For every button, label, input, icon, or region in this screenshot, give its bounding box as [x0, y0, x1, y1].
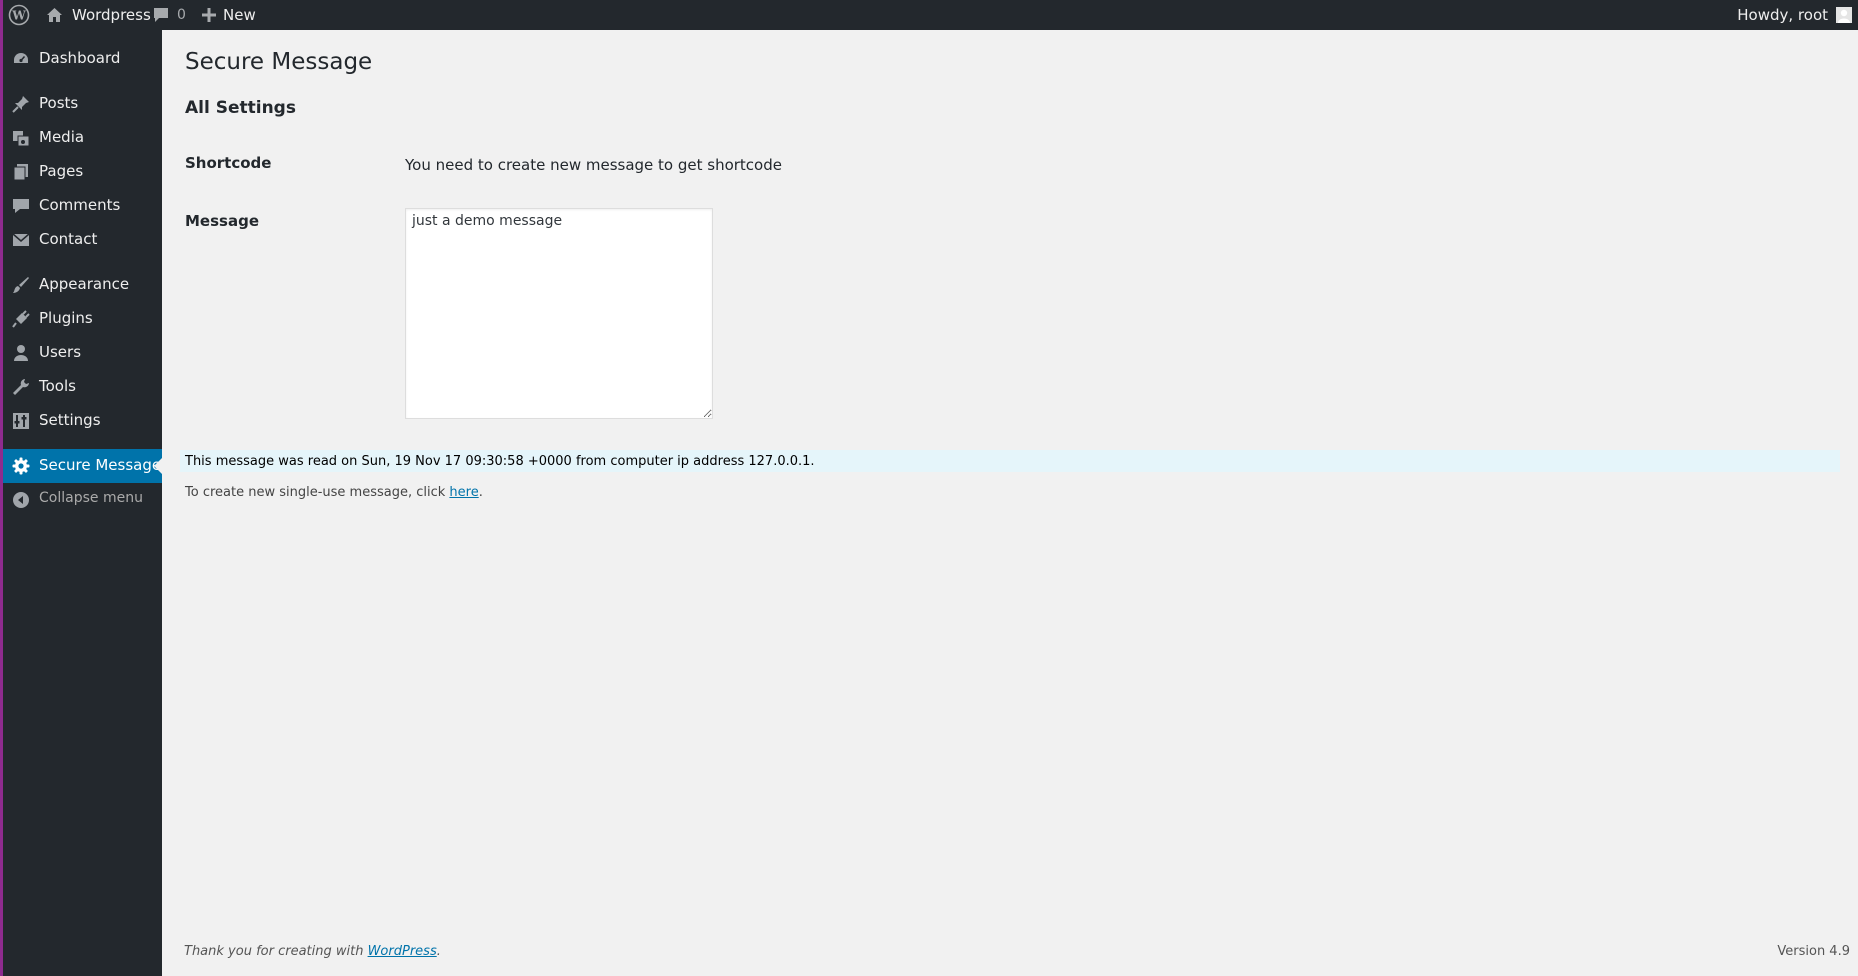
comment-icon [12, 197, 30, 215]
shortcode-value: You need to create new message to get sh… [405, 156, 782, 174]
sidebar-item-label: Comments [39, 196, 121, 214]
admin-bar: W Wordpress 0 New Howdy, root [0, 0, 1858, 30]
footer-thanks-suffix: . [436, 944, 441, 959]
avatar [1836, 7, 1852, 23]
version-text: Version 4.9 [1777, 944, 1850, 959]
pin-icon [12, 95, 30, 113]
wrench-icon [12, 378, 30, 396]
sidebar-item-label: Media [39, 128, 85, 146]
gear-icon [12, 457, 30, 475]
section-title: All Settings [185, 98, 296, 118]
mail-icon [12, 231, 30, 249]
sidebar-item-label: Posts [39, 94, 79, 112]
page-title: Secure Message [185, 49, 373, 75]
new-label: New [223, 6, 256, 24]
comment-icon [153, 7, 169, 23]
sidebar-item-users[interactable]: Users [0, 336, 162, 370]
sidebar-item-label: Tools [39, 377, 76, 395]
user-icon [12, 344, 30, 362]
sidebar-item-contact[interactable]: Contact [0, 223, 162, 257]
wp-logo-icon[interactable]: W [8, 0, 30, 30]
sidebar-item-label: Plugins [39, 309, 93, 327]
sidebar-item-settings[interactable]: Settings [0, 404, 162, 438]
brush-icon [12, 276, 30, 294]
collapse-arrow-icon [12, 491, 30, 509]
new-content-link[interactable]: New [202, 0, 256, 30]
read-notice: This message was read on Sun, 19 Nov 17 … [180, 450, 1840, 472]
main-content: Secure Message All Settings Shortcode Yo… [162, 30, 1858, 976]
media-icon [12, 129, 30, 147]
sidebar-item-label: Appearance [39, 275, 130, 293]
sidebar-item-dashboard[interactable]: Dashboard [0, 42, 162, 76]
sidebar-item-posts[interactable]: Posts [0, 87, 162, 121]
read-notice-text: This message was read on Sun, 19 Nov 17 … [185, 453, 815, 469]
sidebar-item-secure-message[interactable]: Secure Message [0, 449, 162, 483]
footer-thanks-prefix: Thank you for creating with [184, 944, 368, 959]
wordpress-link[interactable]: WordPress [368, 944, 437, 959]
plug-icon [12, 310, 30, 328]
sidebar-item-label: Contact [39, 230, 98, 248]
sidebar-item-label: Dashboard [39, 49, 121, 67]
dashboard-icon [12, 50, 30, 68]
create-message-hint: To create new single-use message, click … [185, 485, 483, 500]
collapse-menu-button[interactable]: Collapse menu [0, 483, 162, 517]
comments-link[interactable]: 0 [153, 0, 186, 30]
plus-icon [202, 8, 216, 22]
message-label: Message [185, 212, 259, 230]
hint-suffix: . [478, 485, 483, 500]
sidebar-item-appearance[interactable]: Appearance [0, 268, 162, 302]
left-edge-stripe [0, 0, 3, 976]
hint-prefix: To create new single-use message, click [185, 485, 450, 500]
collapse-menu-label: Collapse menu [39, 490, 143, 506]
sidebar-item-label: Secure Message [39, 456, 162, 474]
sidebar-item-pages[interactable]: Pages [0, 155, 162, 189]
sidebar-item-comments[interactable]: Comments [0, 189, 162, 223]
admin-sidebar: Dashboard Posts Media Pages Comments Con… [0, 30, 162, 976]
sidebar-item-label: Pages [39, 162, 84, 180]
create-message-link[interactable]: here [449, 485, 478, 500]
site-name: Wordpress [72, 6, 151, 24]
shortcode-label: Shortcode [185, 154, 272, 172]
sidebar-item-tools[interactable]: Tools [0, 370, 162, 404]
my-account-link[interactable]: Howdy, root [1737, 0, 1852, 30]
comments-count: 0 [177, 7, 186, 23]
howdy-text: Howdy, root [1737, 6, 1828, 24]
sidebar-item-media[interactable]: Media [0, 121, 162, 155]
home-icon [46, 7, 63, 23]
pages-icon [12, 163, 30, 181]
sidebar-item-plugins[interactable]: Plugins [0, 302, 162, 336]
sidebar-item-label: Settings [39, 411, 101, 429]
message-textarea[interactable]: just a demo message [405, 208, 713, 419]
footer-thanks: Thank you for creating with WordPress. [184, 944, 441, 959]
sidebar-item-label: Users [39, 343, 82, 361]
sliders-icon [12, 412, 30, 430]
svg-text:W: W [11, 9, 26, 23]
site-home-link[interactable]: Wordpress [46, 0, 151, 30]
